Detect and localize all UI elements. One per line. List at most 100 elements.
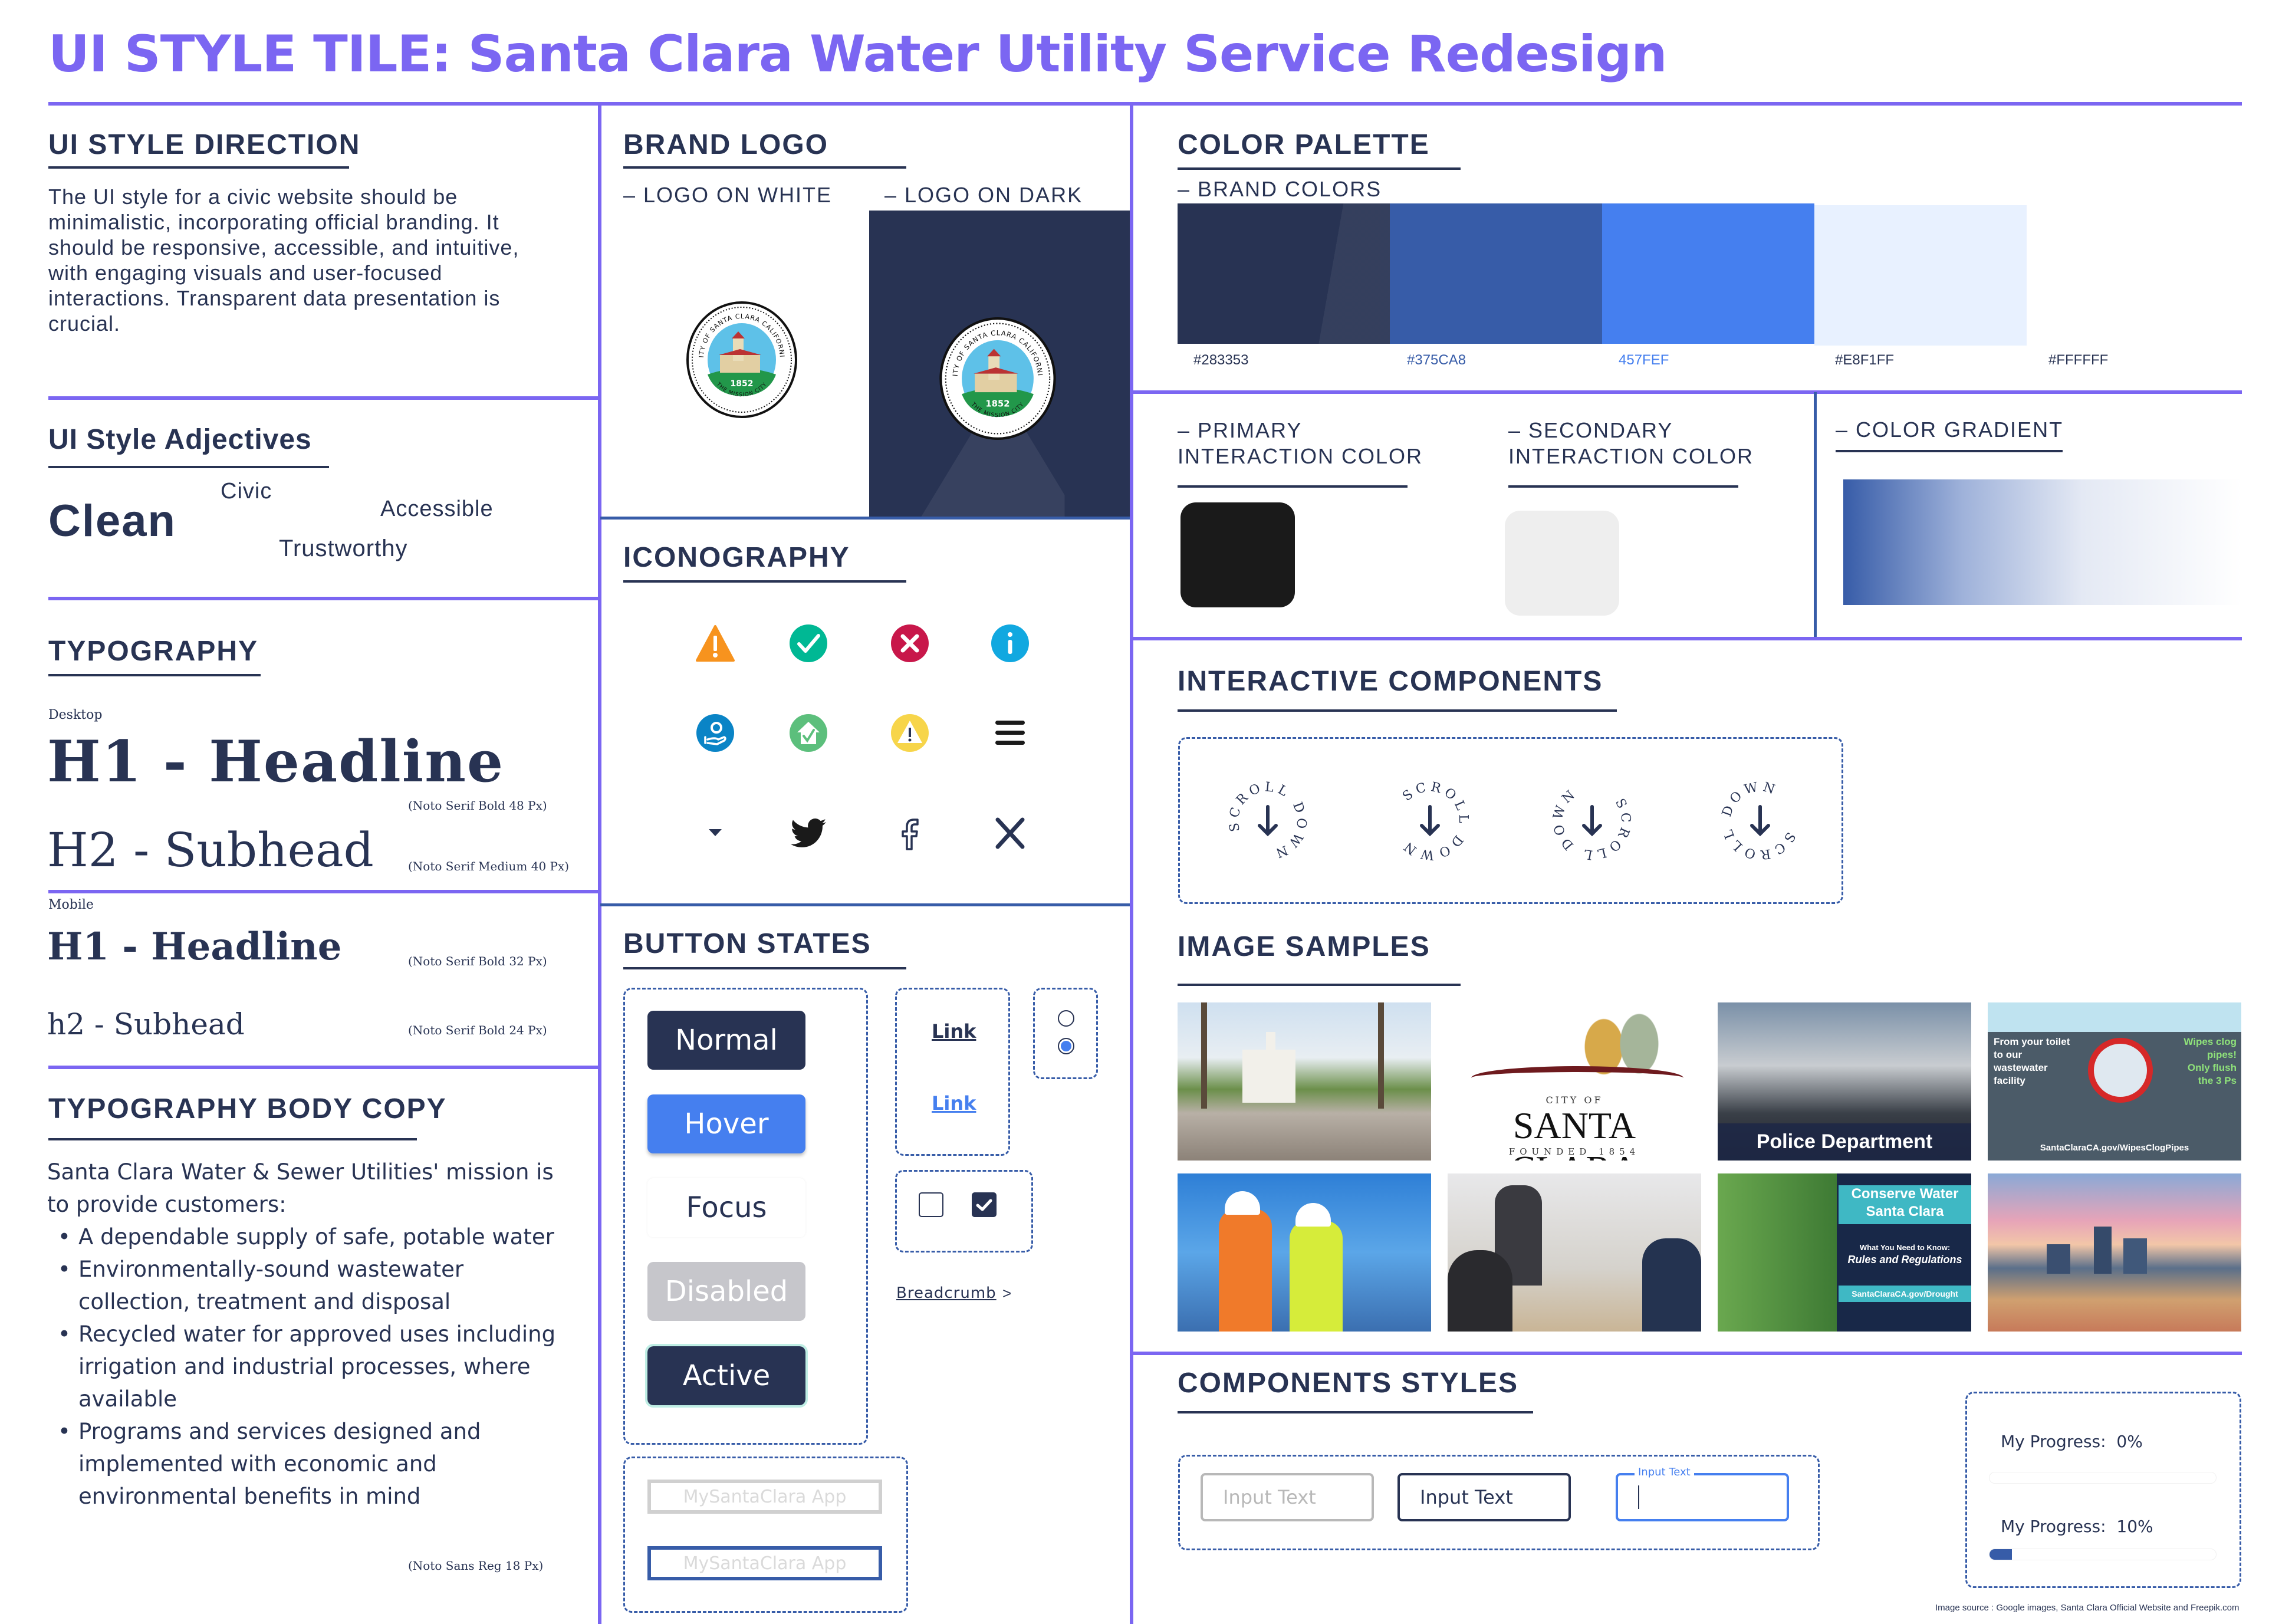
page-title: UI STYLE TILE: Santa Clara Water Utility… xyxy=(48,25,1667,84)
warning-triangle-icon xyxy=(696,624,735,663)
hex-label: #283353 xyxy=(1193,352,1249,368)
scroll-down-badge[interactable]: SCROLL DOWN xyxy=(1215,769,1320,873)
floating-label: Input Text xyxy=(1635,1466,1694,1478)
hex-label: #FFFFFF xyxy=(2048,352,2109,368)
divider xyxy=(48,890,598,893)
swatch-e8f1ff xyxy=(1814,205,2027,346)
close-x-icon[interactable] xyxy=(991,814,1030,853)
divider xyxy=(1132,637,2242,640)
progress-bar xyxy=(1989,1549,2217,1560)
secondary-interaction-label: – SECONDARY INTERACTION COLOR xyxy=(1508,418,1754,468)
swatch-ffffff xyxy=(2027,203,2239,344)
radio-unchecked[interactable] xyxy=(1058,1010,1074,1027)
desktop-h2-note: (Noto Serif Medium 40 Px) xyxy=(408,859,570,873)
mobile-h2-note: (Noto Serif Bold 24 Px) xyxy=(408,1023,547,1037)
normal-button[interactable]: Normal xyxy=(647,1011,805,1070)
engineers-photo xyxy=(1178,1173,1431,1332)
gradient-label: – COLOR GRADIENT xyxy=(1836,417,2064,442)
section-title: BRAND LOGO xyxy=(623,129,828,160)
mobile-h1-note: (Noto Serif Bold 32 Px) xyxy=(408,954,547,968)
desktop-h2-sample: H2 - Subhead xyxy=(47,823,374,877)
logo-on-dark-label: – LOGO ON DARK xyxy=(884,183,1083,207)
svg-text:1852: 1852 xyxy=(731,379,754,389)
divider xyxy=(48,396,598,400)
link-hover[interactable]: Link xyxy=(932,1092,976,1115)
section-title: TYPOGRAPHY BODY COPY xyxy=(48,1093,447,1125)
secondary-interaction-swatch xyxy=(1505,511,1619,616)
section-underline xyxy=(1178,1411,1533,1413)
twitter-icon[interactable] xyxy=(789,814,828,853)
scroll-down-badge[interactable]: SCROLL DOWN xyxy=(1535,763,1650,878)
divider xyxy=(1132,390,2242,394)
section-title: COLOR PALETTE xyxy=(1178,129,1430,160)
divider xyxy=(600,903,1130,906)
text-input-focused[interactable] xyxy=(1616,1473,1789,1521)
color-gradient-swatch xyxy=(1843,479,2242,605)
section-underline xyxy=(1836,450,2063,452)
error-circle-icon xyxy=(890,624,929,663)
focus-button[interactable]: Focus xyxy=(647,1178,805,1237)
facebook-icon[interactable] xyxy=(890,814,929,853)
section-underline xyxy=(48,674,261,676)
image-source-credit: Image source : Google images, Santa Clar… xyxy=(1935,1603,2240,1613)
section-title: BUTTON STATES xyxy=(623,928,872,959)
section-underline xyxy=(1178,485,1408,488)
arrow-down-icon xyxy=(1420,805,1440,837)
radio-checked[interactable] xyxy=(1058,1038,1074,1054)
radio-dot xyxy=(1061,1041,1071,1051)
text-input-default[interactable]: Input Text xyxy=(1201,1473,1374,1521)
section-title: INTERACTIVE COMPONENTS xyxy=(1178,666,1603,697)
text-input-filled[interactable]: Input Text xyxy=(1397,1473,1571,1521)
progress-fill xyxy=(1990,1549,2012,1560)
hamburger-menu-icon[interactable] xyxy=(991,714,1030,752)
progress-label: My Progress: 10% xyxy=(2001,1517,2153,1536)
section-title: UI STYLE DIRECTION xyxy=(48,129,361,160)
column-divider-right xyxy=(1130,104,1133,1624)
divider xyxy=(48,597,598,600)
scroll-down-badge[interactable]: SCROLL DOWN xyxy=(1372,763,1487,878)
app-button-default[interactable]: MySantaClara App xyxy=(647,1480,882,1514)
divider xyxy=(48,1066,598,1069)
check-circle-icon xyxy=(789,624,828,663)
section-underline xyxy=(1508,485,1738,488)
mission-list: • A dependable supply of safe, potable w… xyxy=(47,1221,555,1513)
progress-label: My Progress: 0% xyxy=(2001,1432,2143,1451)
section-underline xyxy=(48,1138,417,1140)
adjective-trustworthy: Trustworthy xyxy=(279,535,408,561)
checkbox-unchecked[interactable] xyxy=(919,1192,943,1217)
section-underline xyxy=(623,580,906,583)
active-button[interactable]: Active xyxy=(645,1344,808,1408)
list-item: • Environmentally-sound wastewater colle… xyxy=(58,1257,464,1314)
hex-label: 457FEF xyxy=(1619,352,1669,368)
section-title: ICONOGRAPHY xyxy=(623,542,850,573)
column-divider-left xyxy=(598,104,601,1624)
section-title: TYPOGRAPHY xyxy=(48,636,259,667)
body-copy-sample: Santa Clara Water & Sewer Utilities' mis… xyxy=(47,1156,555,1513)
adjective-clean: Clean xyxy=(48,496,176,546)
breadcrumb-link[interactable]: Breadcrumb xyxy=(896,1284,997,1302)
police-department-photo: Police Department xyxy=(1718,1002,1971,1161)
arrow-down-icon xyxy=(1582,805,1602,837)
hover-button[interactable]: Hover xyxy=(647,1094,805,1153)
section-underline xyxy=(623,166,906,169)
mobile-h1-sample: H1 - Headline xyxy=(47,925,342,969)
disabled-button: Disabled xyxy=(647,1262,805,1321)
app-button-focused[interactable]: MySantaClara App xyxy=(647,1546,882,1580)
city-seal-logo-on-white: 1852 CITY OF SANTA CLARA CALIFORNIA THE … xyxy=(683,295,798,419)
svg-text:1852: 1852 xyxy=(986,399,1010,409)
caret-down-icon[interactable] xyxy=(696,814,735,853)
list-item: • Recycled water for approved uses inclu… xyxy=(58,1321,556,1412)
section-title: UI Style Adjectives xyxy=(48,424,312,455)
primary-interaction-label: – PRIMARY INTERACTION COLOR xyxy=(1178,418,1423,468)
section-underline xyxy=(48,466,329,468)
link-default[interactable]: Link xyxy=(932,1020,976,1043)
checkbox-checked[interactable] xyxy=(972,1192,997,1217)
list-item: • Programs and services designed and imp… xyxy=(58,1419,481,1509)
links-group xyxy=(895,988,1010,1156)
wipes-clog-pipes-poster: From your toilet to our wastewater facil… xyxy=(1988,1002,2241,1161)
city-logo-tile: CITY OF SANTA CLARA FOUNDED 1854 xyxy=(1448,1002,1701,1161)
section-title: IMAGE SAMPLES xyxy=(1178,931,1431,962)
desktop-label: Desktop xyxy=(48,708,103,722)
adjective-accessible: Accessible xyxy=(380,497,494,521)
scroll-down-badge[interactable]: SCROLL DOWN xyxy=(1708,768,1813,873)
